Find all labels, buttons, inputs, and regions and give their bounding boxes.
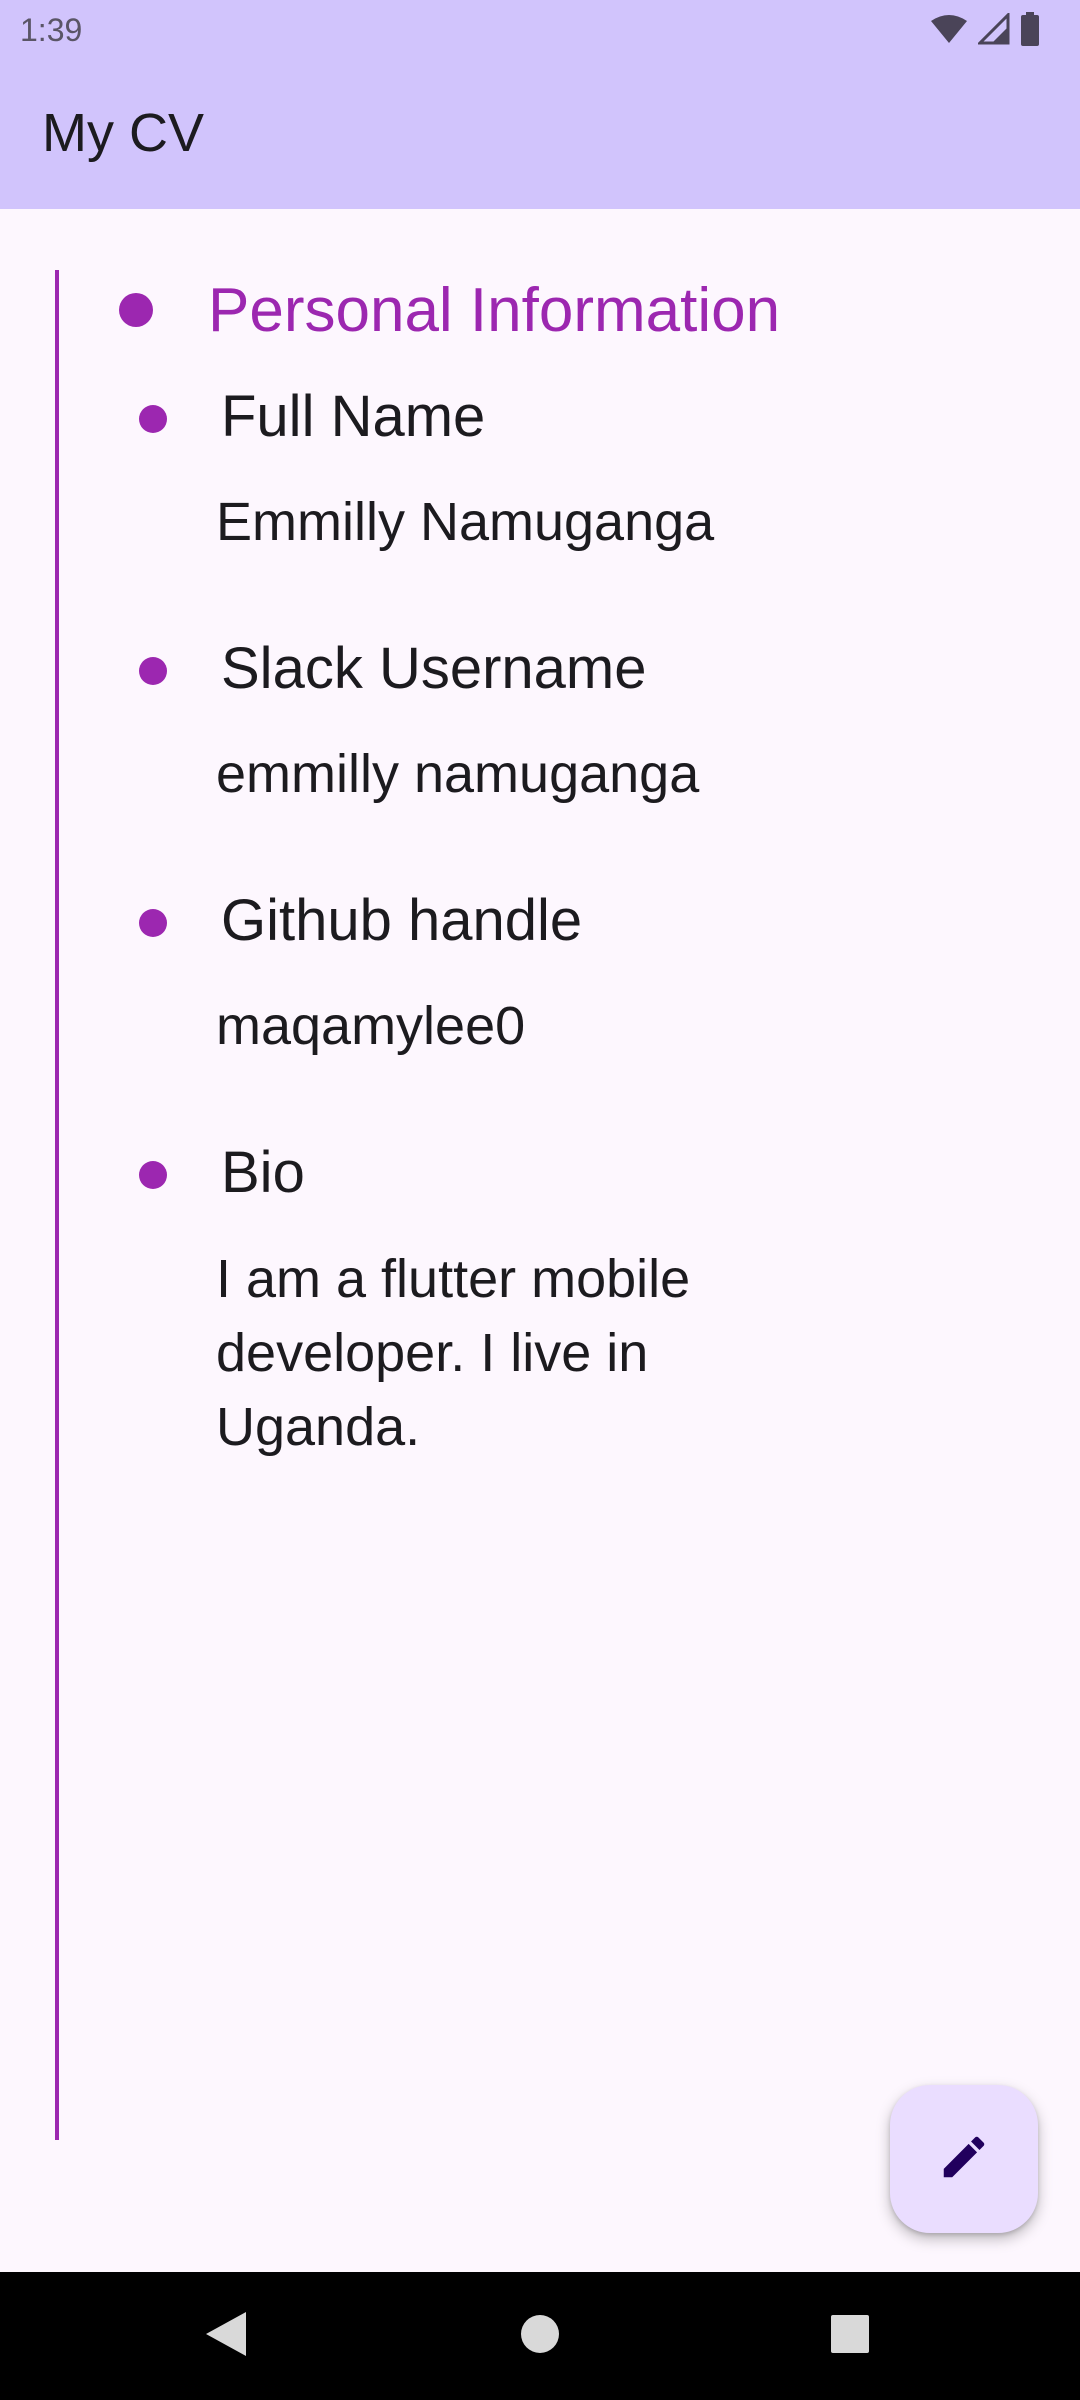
item-dot bbox=[139, 1161, 167, 1189]
item-label-bio: Bio bbox=[221, 1140, 305, 1205]
wifi-icon bbox=[930, 13, 968, 50]
item-value-slack-username: emmilly namuganga bbox=[216, 744, 700, 804]
back-button[interactable] bbox=[194, 2304, 258, 2368]
item-value-bio: I am a flutter mobile developer. I live … bbox=[216, 1249, 691, 1457]
item-label-full-name: Full Name bbox=[221, 384, 486, 449]
item-label-github-handle: Github handle bbox=[221, 888, 583, 953]
item-label-slack-username: Slack Username bbox=[221, 636, 647, 701]
item-dot bbox=[139, 657, 167, 685]
timeline-line bbox=[55, 270, 59, 2140]
item-value-github-handle: maqamylee0 bbox=[216, 996, 526, 1056]
section-title: Personal Information bbox=[208, 276, 781, 345]
status-icons bbox=[930, 10, 1040, 51]
home-icon bbox=[520, 2314, 560, 2359]
home-button[interactable] bbox=[508, 2304, 572, 2368]
recents-icon bbox=[830, 2314, 870, 2359]
edit-fab-button[interactable] bbox=[890, 2085, 1038, 2233]
item-dot bbox=[139, 405, 167, 433]
item-value-full-name: Emmilly Namuganga bbox=[216, 492, 715, 552]
app-title: My CV bbox=[42, 103, 204, 163]
section-dot bbox=[119, 293, 153, 327]
item-dot bbox=[139, 909, 167, 937]
status-time: 1:39 bbox=[20, 12, 83, 48]
recents-button[interactable] bbox=[818, 2304, 882, 2368]
status-bar: 1:39 bbox=[0, 0, 1080, 64]
app-bar: My CV bbox=[0, 64, 1080, 209]
back-icon bbox=[204, 2310, 248, 2363]
edit-icon bbox=[937, 2130, 991, 2189]
system-nav-bar bbox=[0, 2272, 1080, 2400]
battery-icon bbox=[1020, 11, 1040, 51]
signal-icon bbox=[976, 10, 1010, 50]
